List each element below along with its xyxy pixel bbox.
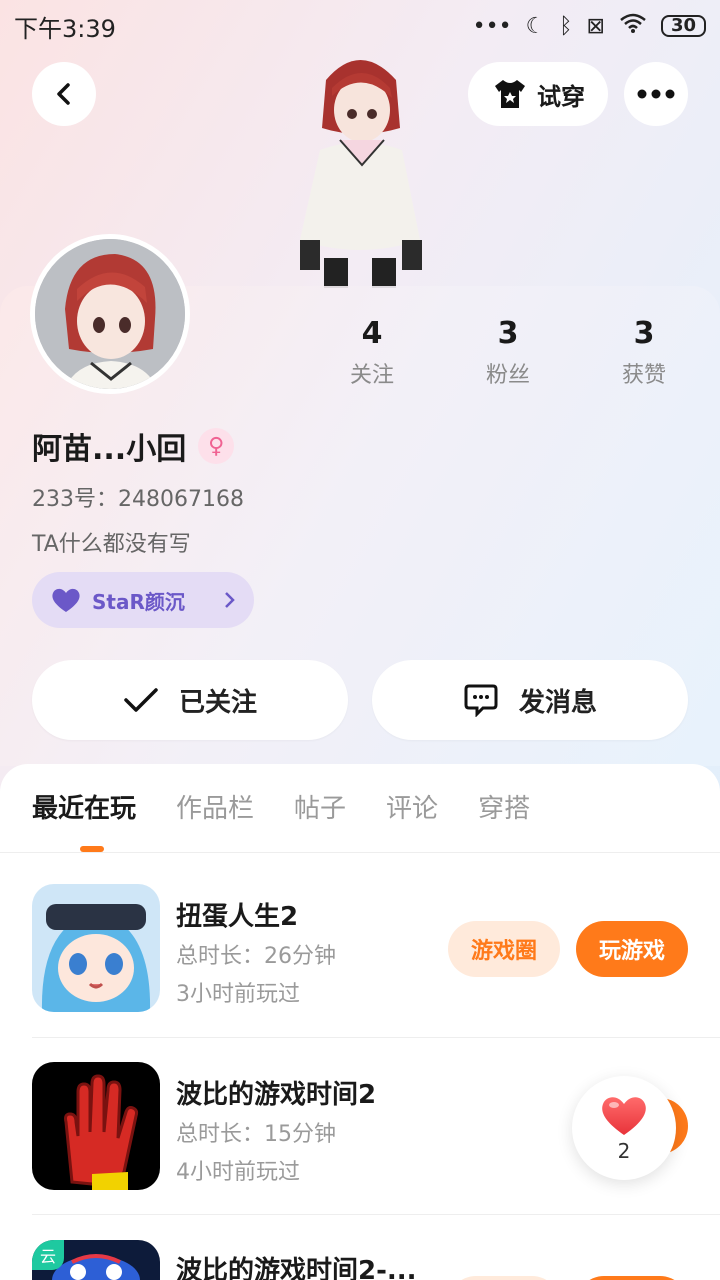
game-title: 扭蛋人生2 xyxy=(176,902,299,932)
stat-followers[interactable]: 3 粉丝 xyxy=(440,316,576,389)
game-last-played: 4小时前玩过 xyxy=(176,1160,300,1185)
tab-recent[interactable]: 最近在玩 xyxy=(32,788,136,825)
message-label: 发消息 xyxy=(518,687,597,718)
stat-following[interactable]: 4 关注 xyxy=(304,316,440,389)
status-icons: ••• ☾ ᛒ ⊠ 30 xyxy=(473,12,706,40)
message-button[interactable]: 发消息 xyxy=(372,660,688,740)
game-duration: 总时长：15分钟 xyxy=(176,1122,336,1147)
game-icon xyxy=(32,1062,160,1190)
game-icon xyxy=(32,884,160,1012)
username: 阿苗...小回 xyxy=(32,432,187,467)
like-count: 2 xyxy=(617,1139,631,1163)
stat-label: 获赞 xyxy=(621,363,666,388)
tab-works[interactable]: 作品栏 xyxy=(176,788,254,825)
stats-row: 4 关注 3 粉丝 3 获赞 xyxy=(304,316,712,389)
check-icon xyxy=(124,688,158,712)
user-bio: TA什么都没有写 xyxy=(32,532,191,557)
list-item[interactable]: 云 波比的游戏时间2-... xyxy=(0,1240,720,1280)
stat-label: 关注 xyxy=(349,363,394,388)
tab-outfits[interactable]: 穿搭 xyxy=(478,788,530,825)
cloud-tag: 云 xyxy=(32,1240,64,1270)
moon-icon: ☾ xyxy=(525,13,546,39)
game-circle-button[interactable] xyxy=(448,1276,560,1280)
bluetooth-icon: ᛒ xyxy=(559,13,573,39)
tab-comments[interactable]: 评论 xyxy=(386,788,438,825)
stat-count: 3 xyxy=(497,316,519,351)
chevron-right-icon xyxy=(225,592,235,608)
try-on-button[interactable]: 试穿 xyxy=(468,62,608,126)
try-on-label: 试穿 xyxy=(537,82,585,111)
tab-posts[interactable]: 帖子 xyxy=(294,788,346,825)
play-game-button[interactable]: 玩游戏 xyxy=(576,921,688,977)
user-id: 233号：248067168 xyxy=(32,487,244,512)
divider xyxy=(32,1214,720,1215)
stat-likes[interactable]: 3 获赞 xyxy=(576,316,712,389)
wifi-icon xyxy=(619,12,647,40)
list-item[interactable]: 扭蛋人生2 总时长：26分钟 3小时前玩过 游戏圈 玩游戏 xyxy=(0,884,720,1060)
chevron-left-icon xyxy=(57,83,70,105)
follow-label: 已关注 xyxy=(178,687,257,718)
badge-label: StaR颜沉 xyxy=(92,589,185,614)
stat-count: 3 xyxy=(633,316,655,351)
more-dots-icon: ••• xyxy=(472,13,512,39)
more-button[interactable] xyxy=(624,62,688,126)
floating-like-button[interactable]: 2 xyxy=(572,1076,676,1180)
username-row: 阿苗...小回 ♀ xyxy=(32,424,235,468)
heart-icon xyxy=(602,1097,646,1135)
battery-indicator: 30 xyxy=(660,15,706,37)
play-game-button[interactable] xyxy=(576,1276,688,1280)
divider xyxy=(0,852,720,853)
game-title: 波比的游戏时间2-... xyxy=(176,1256,417,1280)
sim-off-icon: ⊠ xyxy=(586,13,605,39)
divider xyxy=(32,1037,720,1038)
game-duration: 总时长：26分钟 xyxy=(176,944,336,969)
game-icon: 云 xyxy=(32,1240,160,1280)
star-badge-button[interactable]: StaR颜沉 xyxy=(32,572,254,628)
heart-icon xyxy=(52,588,80,612)
follow-button[interactable]: 已关注 xyxy=(32,660,348,740)
avatar[interactable] xyxy=(30,234,190,394)
stat-count: 4 xyxy=(361,316,383,351)
game-last-played: 3小时前玩过 xyxy=(176,982,300,1007)
tab-bar: 最近在玩 作品栏 帖子 评论 穿搭 xyxy=(32,788,530,825)
more-horizontal-icon xyxy=(637,89,675,99)
stat-label: 粉丝 xyxy=(485,363,530,388)
chat-bubble-icon xyxy=(464,684,498,717)
status-time: 下午3:39 xyxy=(14,14,116,43)
shirt-icon xyxy=(495,80,525,108)
back-button[interactable] xyxy=(32,62,96,126)
female-icon: ♀ xyxy=(198,428,235,464)
game-circle-button[interactable]: 游戏圈 xyxy=(448,921,560,977)
3d-avatar-figure xyxy=(270,40,450,288)
game-title: 波比的游戏时间2 xyxy=(176,1080,377,1110)
